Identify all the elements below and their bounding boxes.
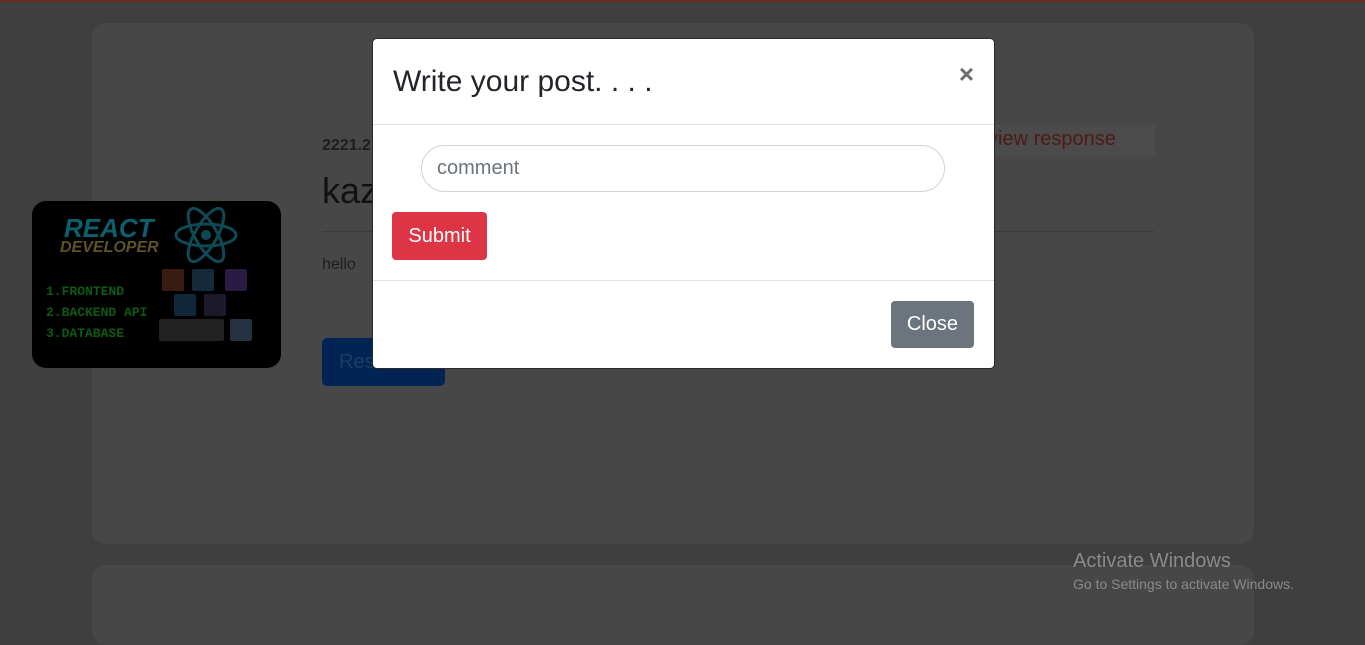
watermark-title: Activate Windows: [1073, 550, 1231, 572]
bootstrap-icon: [225, 269, 247, 291]
modal-footer: Close: [373, 281, 994, 369]
post-image: REACT DEVELOPER 1.FRONTEND 2.BACKEND API…: [32, 201, 281, 368]
post-date: 2221.2: [322, 137, 371, 154]
image-list-item: 3.DATABASE: [46, 326, 125, 341]
modal-header: Write your post. . . . ×: [373, 39, 994, 125]
modal-body: Submit: [373, 125, 994, 281]
post-modal: Write your post. . . . × Submit Close: [372, 38, 995, 369]
modal-title: Write your post. . . .: [393, 65, 653, 98]
post-author: kaz: [322, 170, 379, 211]
close-button[interactable]: Close: [891, 301, 974, 348]
top-border: [0, 0, 1365, 2]
django-rest-icon: [159, 319, 224, 341]
image-list-item: 2.BACKEND API: [46, 305, 148, 320]
submit-button[interactable]: Submit: [392, 212, 487, 260]
image-list: 1.FRONTEND 2.BACKEND API 3.DATABASE: [46, 281, 147, 344]
post-body: hello: [322, 256, 356, 273]
mui-icon: [174, 294, 196, 316]
react-logo-icon: [174, 206, 238, 264]
css3-icon: [192, 269, 214, 291]
image-list-item: 1.FRONTEND: [46, 284, 125, 299]
html5-icon: [162, 269, 184, 291]
activate-windows-watermark: Activate Windows Go to Settings to activ…: [1073, 550, 1294, 592]
close-icon[interactable]: ×: [959, 59, 974, 90]
image-subtitle: DEVELOPER: [60, 239, 159, 256]
redux-icon: [204, 294, 226, 316]
watermark-subtitle: Go to Settings to activate Windows.: [1073, 576, 1294, 592]
comment-input[interactable]: [421, 145, 945, 192]
postgresql-icon: [230, 319, 252, 341]
